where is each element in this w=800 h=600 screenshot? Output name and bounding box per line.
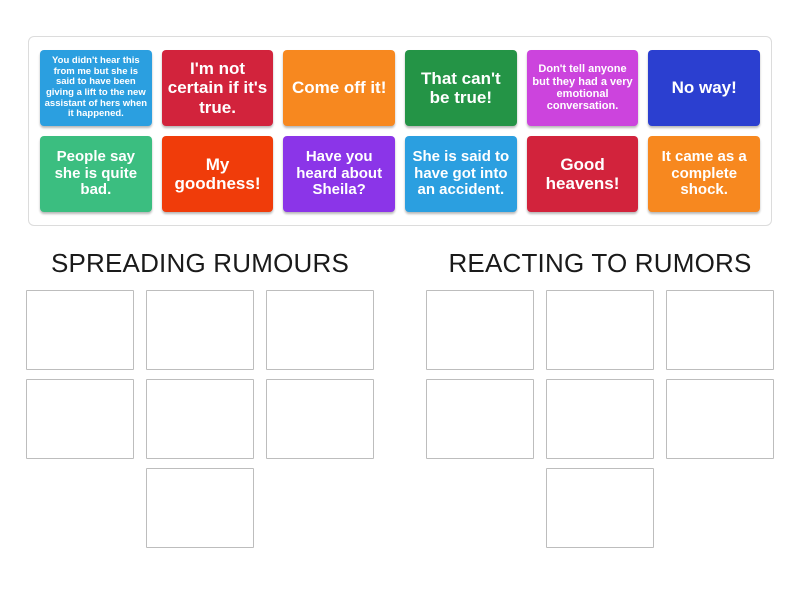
drop-slot[interactable] xyxy=(146,379,254,459)
group-sort-activity: You didn't hear this from me but she is … xyxy=(0,0,800,600)
drop-slot[interactable] xyxy=(426,379,534,459)
word-tile[interactable]: Have you heard about Sheila? xyxy=(283,136,396,212)
drop-slot[interactable] xyxy=(546,290,654,370)
word-tile-label: My goodness! xyxy=(174,154,261,193)
drop-zone-row xyxy=(540,468,660,557)
drop-slot[interactable] xyxy=(26,379,134,459)
word-tile-label: Have you heard about Sheila? xyxy=(296,147,383,199)
drop-zone-row xyxy=(420,290,780,379)
drop-zones xyxy=(0,290,800,557)
word-tile-label: She is said to have got into an accident… xyxy=(412,147,510,199)
category-heading-right-wrapper: REACTING TO RUMORS xyxy=(400,248,800,279)
word-tile-label: You didn't hear this from me but she is … xyxy=(44,55,148,120)
word-tile-label: Don't tell anyone but they had a very em… xyxy=(532,63,633,113)
drop-slot[interactable] xyxy=(426,290,534,370)
word-tile-label: I'm not certain if it's true. xyxy=(167,59,268,117)
drop-slot[interactable] xyxy=(546,379,654,459)
word-tile-label: That can't be true! xyxy=(421,68,501,107)
tile-tray-row-1: You didn't hear this from me but she is … xyxy=(35,45,765,131)
category-headings: SPREADING RUMOURS REACTING TO RUMORS xyxy=(0,248,800,279)
drop-zone-column-left[interactable] xyxy=(0,290,400,557)
word-tile[interactable]: People say she is quite bad. xyxy=(40,136,152,212)
drop-zone-row xyxy=(20,290,380,379)
drop-zone-column-right[interactable] xyxy=(400,290,800,557)
drop-slot[interactable] xyxy=(26,290,134,370)
word-tile-label: Come off it! xyxy=(291,78,387,98)
word-tile[interactable]: Don't tell anyone but they had a very em… xyxy=(526,50,639,126)
word-tile-label: Good heavens! xyxy=(545,154,620,193)
category-heading-left: SPREADING RUMOURS xyxy=(50,248,350,278)
tile-tray: You didn't hear this from me but she is … xyxy=(28,36,772,226)
tile-tray-row-2: People say she is quite bad. My goodness!… xyxy=(35,131,765,217)
word-tile-label: No way! xyxy=(671,78,737,98)
category-heading-right: REACTING TO RUMORS xyxy=(448,248,752,278)
word-tile[interactable]: It came as a complete shock. xyxy=(648,136,761,212)
drop-zone-row xyxy=(140,468,260,557)
drop-zone-row xyxy=(420,379,780,468)
drop-slot[interactable] xyxy=(546,468,654,548)
word-tile[interactable]: My goodness! xyxy=(161,136,274,212)
drop-zone-row xyxy=(20,379,380,468)
word-tile[interactable]: Good heavens! xyxy=(526,136,639,212)
word-tile[interactable]: Come off it! xyxy=(283,50,396,126)
drop-slot[interactable] xyxy=(266,290,374,370)
drop-slot[interactable] xyxy=(666,379,774,459)
drop-slot[interactable] xyxy=(146,290,254,370)
drop-slot[interactable] xyxy=(266,379,374,459)
category-heading-left-wrapper: SPREADING RUMOURS xyxy=(0,248,400,279)
drop-slot[interactable] xyxy=(666,290,774,370)
word-tile[interactable]: You didn't hear this from me but she is … xyxy=(40,50,152,126)
word-tile-label: It came as a complete shock. xyxy=(661,147,747,199)
word-tile-label: People say she is quite bad. xyxy=(54,147,138,199)
word-tile[interactable]: She is said to have got into an accident… xyxy=(405,136,517,212)
word-tile[interactable]: That can't be true! xyxy=(405,50,517,126)
word-tile[interactable]: I'm not certain if it's true. xyxy=(161,50,274,126)
word-tile[interactable]: No way! xyxy=(648,50,761,126)
drop-slot[interactable] xyxy=(146,468,254,548)
